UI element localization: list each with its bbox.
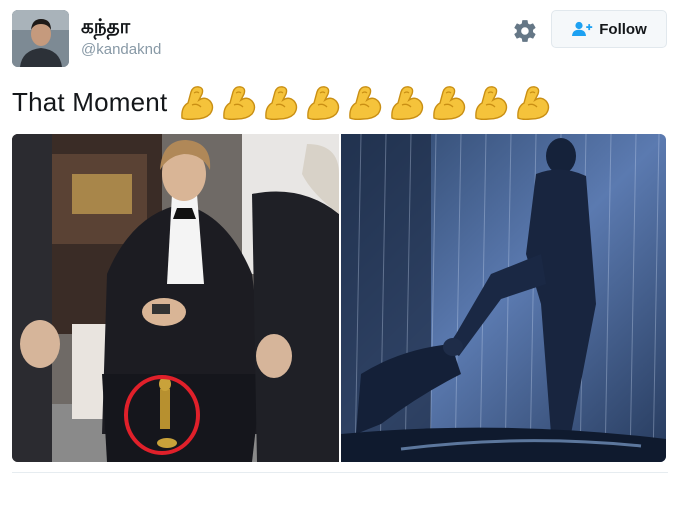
flexed-biceps-emoji-row [179, 83, 557, 121]
flexed-biceps-emoji [307, 86, 340, 121]
tweet-text: That Moment [12, 82, 557, 122]
gear-icon[interactable] [512, 18, 538, 44]
flexed-biceps-emoji [223, 86, 256, 121]
flexed-biceps-emoji [349, 86, 382, 121]
flexed-biceps-emoji [475, 86, 508, 121]
flexed-biceps-emoji [391, 86, 424, 121]
flexed-biceps-emoji [265, 86, 298, 121]
media-photo-right[interactable] [341, 134, 666, 462]
display-name[interactable]: கந்தா [81, 14, 161, 38]
flexed-biceps-emoji [181, 86, 214, 121]
divider [12, 472, 668, 473]
user-names: கந்தா @kandaknd [81, 14, 161, 60]
flexed-biceps-emoji [433, 86, 466, 121]
media-photo-left[interactable] [12, 134, 339, 462]
tweet-media[interactable] [12, 134, 666, 462]
tweet-header: கந்தா @kandaknd Follow [12, 10, 668, 70]
avatar[interactable] [12, 10, 69, 67]
follow-button[interactable]: Follow [551, 10, 667, 48]
tweet-text-content: That Moment [12, 86, 168, 117]
user-handle[interactable]: @kandaknd [81, 40, 161, 60]
flexed-biceps-emoji [517, 86, 550, 121]
follow-label: Follow [599, 20, 647, 38]
add-person-icon [572, 21, 593, 36]
